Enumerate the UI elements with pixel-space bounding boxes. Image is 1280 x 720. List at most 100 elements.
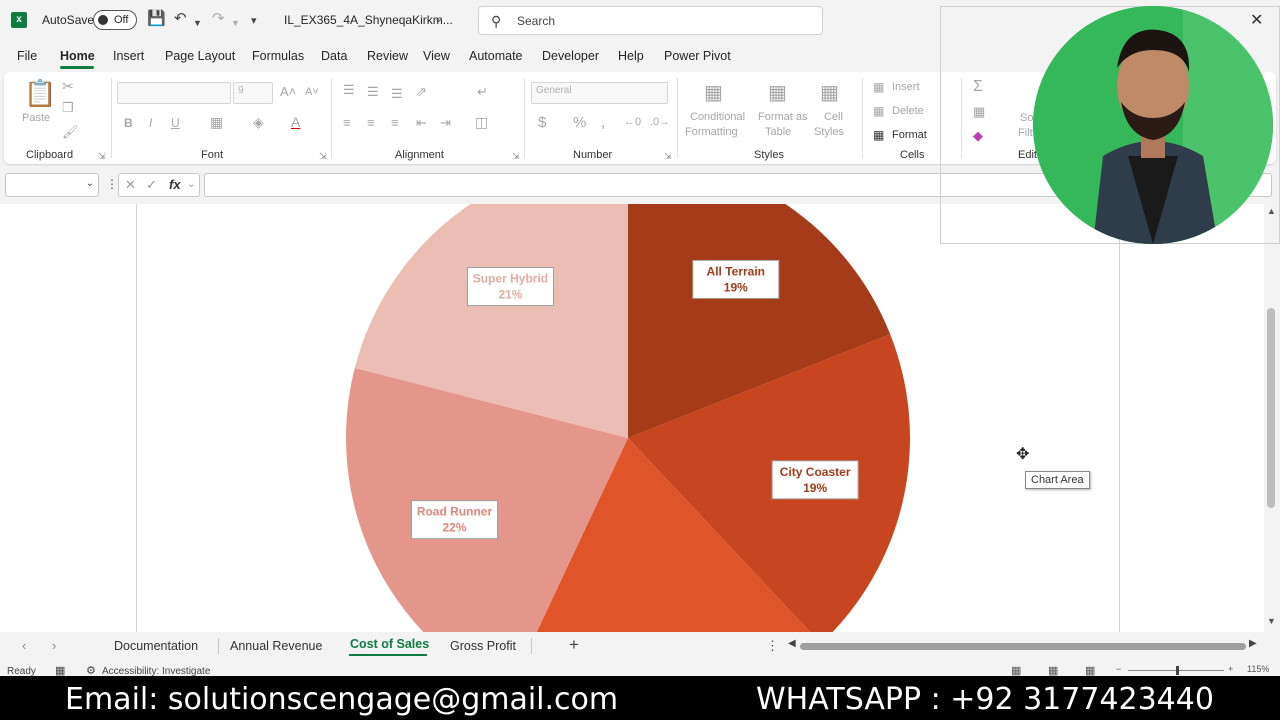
percent-icon[interactable]: % — [573, 114, 586, 131]
bold-icon[interactable]: B — [124, 116, 133, 130]
add-sheet-icon[interactable]: + — [569, 635, 579, 655]
delete-cells-icon[interactable]: ▦ — [873, 104, 884, 118]
menu-review[interactable]: Review — [367, 49, 408, 63]
format-as-table-icon[interactable]: ▦ — [768, 80, 787, 105]
format-cells-icon[interactable]: ▦ — [873, 128, 884, 142]
align-left-icon[interactable]: ≡ — [343, 115, 351, 130]
undo-icon[interactable]: ↶ — [174, 11, 187, 27]
dialog-launcher-icon[interactable]: ⇲ — [319, 151, 327, 162]
scrollbar-thumb[interactable] — [1267, 308, 1275, 508]
conditional-formatting-label-2[interactable]: Formatting — [685, 126, 738, 138]
paste-icon[interactable]: 📋 — [24, 78, 56, 109]
sheet-tab-cost-of-sales[interactable]: Cost of Sales — [350, 637, 429, 651]
search-box[interactable]: ⚲ Search — [478, 6, 823, 35]
menu-developer[interactable]: Developer — [542, 49, 599, 63]
underline-icon[interactable]: U — [171, 116, 180, 130]
cell-styles-icon[interactable]: ▦ — [820, 80, 839, 105]
align-middle-icon[interactable]: ☰ — [367, 84, 379, 100]
save-icon[interactable]: 💾 — [147, 11, 166, 27]
merge-center-icon[interactable]: ◫ — [475, 114, 488, 131]
redo-icon[interactable]: ↷ — [212, 11, 225, 27]
menu-file[interactable]: File — [17, 49, 37, 63]
scroll-down-icon[interactable]: ▼ — [1267, 616, 1276, 626]
align-right-icon[interactable]: ≡ — [391, 115, 399, 130]
align-bottom-icon[interactable]: ☰ — [391, 86, 403, 102]
menu-data[interactable]: Data — [321, 49, 347, 63]
copy-icon[interactable]: ❐ — [62, 100, 74, 116]
menu-automate[interactable]: Automate — [469, 49, 523, 63]
fill-color-icon[interactable]: ◈ — [253, 114, 264, 131]
zoom-in-icon[interactable]: + — [1228, 664, 1233, 674]
undo-dropdown-icon[interactable]: ▼ — [193, 15, 202, 31]
cell-styles-label-2[interactable]: Styles — [814, 126, 844, 138]
cell-styles-label-1[interactable]: Cell — [824, 111, 843, 123]
chevron-down-icon[interactable]: ⌄ — [86, 178, 94, 189]
customize-toolbar-icon[interactable]: ▾ — [251, 13, 257, 29]
menu-insert[interactable]: Insert — [113, 49, 144, 63]
conditional-formatting-icon[interactable]: ▦ — [704, 80, 723, 105]
chevron-down-icon[interactable]: ⌄ — [434, 12, 443, 25]
align-top-icon[interactable]: ☰ — [343, 82, 355, 98]
vertical-scrollbar[interactable]: ▲ ▼ — [1264, 204, 1280, 632]
increase-indent-icon[interactable]: ⇥ — [440, 115, 451, 131]
sheet-tab-annual-revenue[interactable]: Annual Revenue — [230, 639, 322, 653]
increase-decimal-icon[interactable]: ←0 — [624, 116, 641, 128]
decrease-indent-icon[interactable]: ⇤ — [416, 115, 427, 131]
italic-icon[interactable]: I — [149, 116, 152, 130]
increase-font-icon[interactable]: A˄ — [280, 84, 296, 99]
orientation-icon[interactable]: ⇗ — [416, 84, 427, 100]
comma-style-icon[interactable]: , — [601, 114, 605, 131]
next-sheet-icon[interactable]: › — [52, 638, 56, 653]
zoom-level[interactable]: 115% — [1247, 664, 1269, 674]
scroll-left-icon[interactable]: ◀ — [788, 638, 796, 649]
horizontal-scrollbar-thumb[interactable] — [800, 643, 1246, 650]
format-painter-icon[interactable]: 🖌 — [62, 124, 79, 140]
document-title[interactable]: IL_EX365_4A_ShyneqaKirkm... — [284, 13, 453, 27]
menu-help[interactable]: Help — [618, 49, 644, 63]
zoom-slider-thumb[interactable] — [1176, 666, 1179, 675]
insert-cells-label[interactable]: Insert — [892, 81, 920, 93]
dialog-launcher-icon[interactable]: ⇲ — [98, 151, 106, 162]
decrease-decimal-icon[interactable]: .0→ — [650, 116, 670, 128]
cancel-icon[interactable]: ✕ — [125, 177, 136, 193]
paste-label[interactable]: Paste — [22, 112, 50, 124]
name-box[interactable]: ⌄ — [5, 173, 99, 197]
number-format-field[interactable]: General — [531, 82, 668, 104]
delete-cells-label[interactable]: Delete — [892, 105, 924, 117]
pie-chart[interactable]: All Terrain 19% City Coaster 19% Road Runner… — [0, 204, 1264, 632]
wrap-text-icon[interactable]: ↵ — [477, 84, 488, 100]
currency-icon[interactable]: $ — [538, 114, 546, 131]
data-label-super-hybrid[interactable]: Super Hybrid 21% — [466, 266, 554, 306]
chevron-down-icon[interactable]: ⌄ — [187, 179, 195, 190]
menu-page-layout[interactable]: Page Layout — [165, 49, 235, 63]
font-name-field[interactable] — [117, 82, 231, 104]
font-size-field[interactable]: 9 — [233, 82, 273, 104]
menu-power-pivot[interactable]: Power Pivot — [664, 49, 731, 63]
decrease-font-icon[interactable]: A˅ — [305, 86, 319, 98]
font-color-icon[interactable]: A — [291, 114, 300, 130]
sheet-tab-gross-profit[interactable]: Gross Profit — [450, 639, 516, 653]
previous-sheet-icon[interactable]: ‹ — [22, 638, 26, 653]
autosave-toggle[interactable]: Off — [93, 10, 137, 30]
format-as-table-label-2[interactable]: Table — [765, 126, 791, 138]
format-as-table-label-1[interactable]: Format as — [758, 111, 808, 123]
borders-icon[interactable]: ▦ — [210, 114, 223, 131]
scroll-right-icon[interactable]: ▶ — [1249, 638, 1257, 649]
dialog-launcher-icon[interactable]: ⇲ — [664, 151, 672, 162]
menu-formulas[interactable]: Formulas — [252, 49, 304, 63]
cut-icon[interactable]: ✂ — [62, 78, 74, 95]
enter-icon[interactable]: ✓ — [146, 177, 157, 193]
more-options-icon[interactable]: ⋮ — [766, 638, 779, 654]
data-label-all-terrain[interactable]: All Terrain 19% — [692, 259, 780, 299]
dialog-launcher-icon[interactable]: ⇲ — [512, 151, 520, 162]
zoom-out-icon[interactable]: − — [1116, 664, 1121, 674]
redo-dropdown-icon[interactable]: ▼ — [231, 15, 240, 31]
menu-view[interactable]: View — [423, 49, 450, 63]
insert-function-icon[interactable]: fx — [169, 177, 181, 192]
insert-cells-icon[interactable]: ▦ — [873, 80, 884, 94]
format-cells-label[interactable]: Format — [892, 129, 927, 141]
align-center-icon[interactable]: ≡ — [367, 115, 375, 130]
sheet-tab-documentation[interactable]: Documentation — [114, 639, 198, 653]
menu-home[interactable]: Home — [60, 49, 95, 63]
conditional-formatting-label-1[interactable]: Conditional — [690, 111, 745, 123]
